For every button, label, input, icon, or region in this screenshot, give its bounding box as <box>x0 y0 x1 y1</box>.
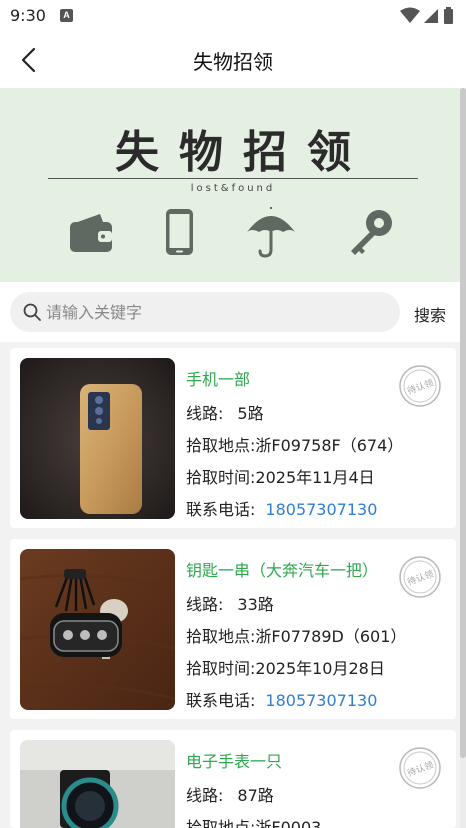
item-photo <box>20 549 175 710</box>
route-label: 线路: <box>186 404 224 423</box>
time-value: 2025年11月4日 <box>255 468 375 487</box>
phone-label: 联系电话: <box>186 500 256 519</box>
keys-photo-image <box>20 549 175 710</box>
stamp-text: 待认领 <box>406 759 435 780</box>
place-label: 拾取地点: <box>186 627 256 646</box>
time-value: 2025年10月28日 <box>255 659 385 678</box>
status-icons <box>400 7 453 24</box>
item-name: 手机一部 <box>186 370 251 389</box>
place-value: 浙F0003 <box>255 818 322 828</box>
phone-label: 联系电话: <box>186 691 256 710</box>
key-icon <box>351 210 392 255</box>
wallet-icon <box>70 214 112 252</box>
umbrella-icon <box>247 207 295 258</box>
item-name: 电子手表一只 <box>186 752 283 771</box>
item-photo <box>20 740 175 828</box>
status-bar: 9:30 A <box>0 0 466 32</box>
item-time-row: 拾取时间:2025年11月4日 <box>186 464 375 488</box>
route-label: 线路: <box>186 595 224 614</box>
time-label: 拾取时间: <box>186 468 256 487</box>
search-button[interactable]: 搜索 <box>414 302 446 326</box>
notification-icon: A <box>60 9 73 22</box>
item-place-row: 拾取地点:浙F09758F（674） <box>186 432 403 456</box>
route-value: 5路 <box>237 404 264 423</box>
search-row: 搜索 <box>0 282 460 342</box>
signal-icon <box>424 9 438 23</box>
item-route-row: 线路: 33路 <box>186 591 274 615</box>
pending-claim-stamp: 待认领 <box>399 747 441 789</box>
place-label: 拾取地点: <box>186 436 256 455</box>
nav-bar: 失物招领 <box>0 32 466 88</box>
banner-title: 失物招领 <box>115 127 371 178</box>
watch-photo-image <box>20 740 175 828</box>
lost-item-card[interactable]: 电子手表一只 线路: 87路 拾取地点:浙F0003 待认领 <box>10 730 456 828</box>
route-label: 线路: <box>186 786 224 805</box>
phone-photo-image <box>20 358 175 519</box>
search-box[interactable] <box>10 292 400 332</box>
stamp-text: 待认领 <box>406 568 435 589</box>
lost-item-card[interactable]: 钥匙一串（大奔汽车一把） 线路: 33路 拾取地点:浙F07789D（601） 拾… <box>10 539 456 719</box>
place-label: 拾取地点: <box>186 818 256 828</box>
search-input[interactable] <box>46 298 386 326</box>
phone-link[interactable]: 18057307130 <box>265 691 377 710</box>
stamp-text: 待认领 <box>406 377 435 398</box>
place-value: 浙F07789D（601） <box>255 627 407 646</box>
phone-link[interactable]: 18057307130 <box>265 500 377 519</box>
pending-claim-stamp: 待认领 <box>399 556 441 598</box>
wifi-icon <box>400 7 420 23</box>
banner-subtitle: lost&found <box>190 183 276 194</box>
lost-found-banner: 失物招领 lost&found <box>0 88 460 282</box>
time-label: 拾取时间: <box>186 659 256 678</box>
item-time-row: 拾取时间:2025年10月28日 <box>186 655 385 679</box>
item-place-row: 拾取地点:浙F07789D（601） <box>186 623 406 647</box>
item-phone-row: 联系电话: 18057307130 <box>186 687 377 711</box>
banner-divider <box>48 178 418 179</box>
route-value: 87路 <box>237 786 274 805</box>
item-phone-row: 联系电话: 18057307130 <box>186 496 377 520</box>
scrollbar-thumb[interactable] <box>460 88 466 758</box>
route-value: 33路 <box>237 595 274 614</box>
lost-item-card[interactable]: 手机一部 线路: 5路 拾取地点:浙F09758F（674） 拾取时间:2025年… <box>10 348 456 528</box>
status-time: 9:30 <box>10 6 46 25</box>
item-place-row: 拾取地点:浙F0003 <box>186 814 321 828</box>
item-name: 钥匙一串（大奔汽车一把） <box>186 561 379 580</box>
battery-icon <box>444 7 453 24</box>
item-route-row: 线路: 5路 <box>186 400 264 424</box>
phone-icon <box>166 209 193 255</box>
page-title: 失物招领 <box>193 50 273 74</box>
item-route-row: 线路: 87路 <box>186 782 274 806</box>
place-value: 浙F09758F（674） <box>255 436 404 455</box>
pending-claim-stamp: 待认领 <box>399 365 441 407</box>
search-icon <box>23 303 41 321</box>
item-photo <box>20 358 175 519</box>
